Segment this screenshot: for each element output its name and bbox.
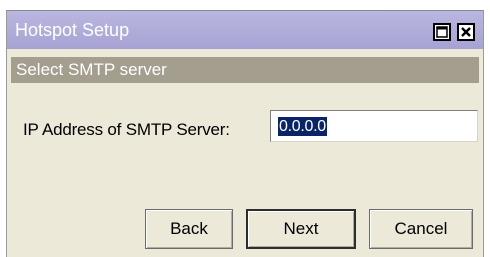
ip-address-label: IP Address of SMTP Server: [23,120,230,139]
close-icon [461,27,471,37]
close-button[interactable] [457,23,475,41]
ip-address-input[interactable]: 0.0.0.0 [270,110,478,142]
next-button[interactable]: Next [246,209,356,249]
cancel-button[interactable]: Cancel [369,209,473,249]
window-title: Hotspot Setup [15,20,130,40]
title-bar[interactable]: Hotspot Setup [7,11,483,49]
maximize-icon [436,26,448,38]
section-header: Select SMTP server [11,57,479,83]
section-title: Select SMTP server [16,60,167,79]
hotspot-setup-dialog: Hotspot Setup Select SMTP server IP Addr… [6,10,484,257]
maximize-button[interactable] [433,23,451,41]
back-button[interactable]: Back [145,209,233,249]
ip-address-value[interactable]: 0.0.0.0 [278,116,327,136]
